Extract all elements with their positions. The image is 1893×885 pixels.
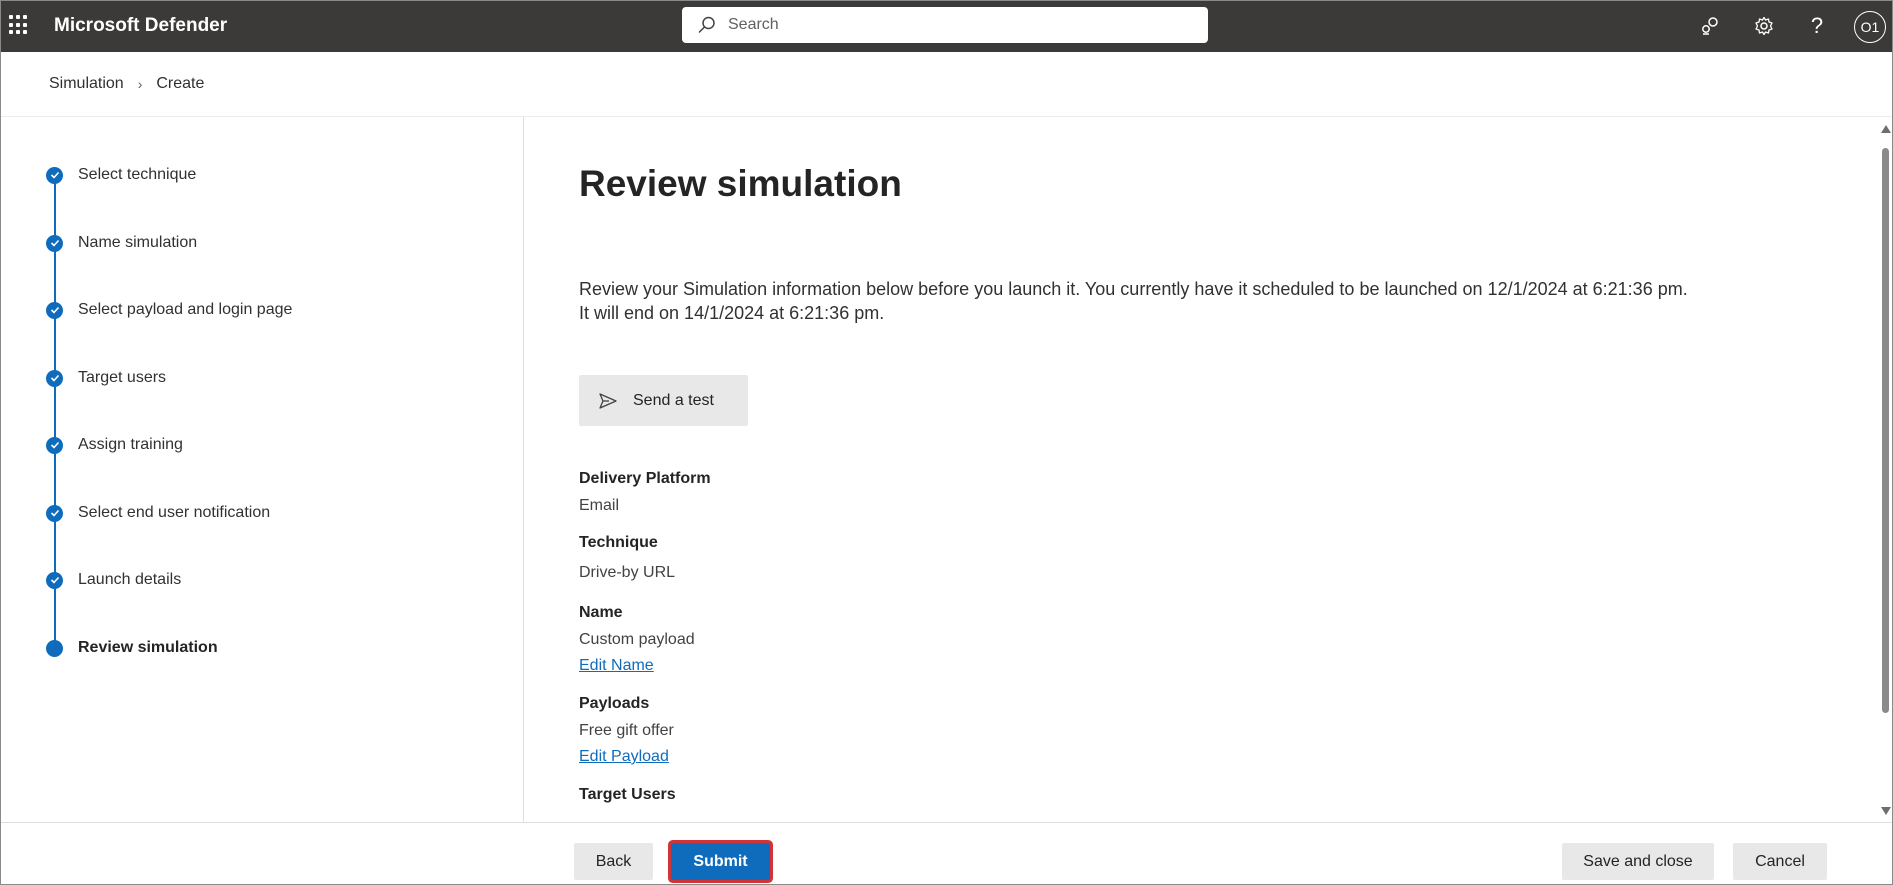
step-label: Assign training bbox=[78, 436, 183, 453]
check-icon bbox=[46, 436, 63, 454]
search-input[interactable] bbox=[728, 16, 1168, 34]
intro-line-1: Review your Simulation information below… bbox=[579, 279, 1688, 299]
step-assign-training[interactable]: Assign training bbox=[46, 433, 183, 457]
intro-text: Review your Simulation information below… bbox=[579, 277, 1779, 325]
name-value: Custom payload bbox=[579, 631, 695, 648]
current-step-dot bbox=[46, 639, 63, 657]
chevron-right-icon: › bbox=[137, 76, 143, 92]
step-launch-details[interactable]: Launch details bbox=[46, 568, 181, 592]
check-icon bbox=[46, 301, 63, 319]
breadcrumb: Simulation › Create bbox=[49, 75, 204, 93]
top-bar: Microsoft Defender ? O1 bbox=[1, 1, 1892, 52]
step-label: Name simulation bbox=[78, 234, 198, 251]
breadcrumb-item-simulation[interactable]: Simulation bbox=[49, 75, 124, 93]
check-icon bbox=[46, 504, 63, 522]
step-name-simulation[interactable]: Name simulation bbox=[46, 231, 197, 255]
main-scrollbar[interactable] bbox=[1878, 125, 1892, 815]
step-label: Review simulation bbox=[78, 639, 218, 656]
intro-line-2: It will end on 14/1/2024 at 6:21:36 pm. bbox=[579, 303, 885, 323]
search-icon bbox=[698, 16, 715, 33]
delivery-platform-value: Email bbox=[579, 497, 620, 514]
help-icon[interactable]: ? bbox=[1804, 13, 1830, 39]
edit-name-link[interactable]: Edit Name bbox=[579, 657, 654, 675]
payloads-label: Payloads bbox=[579, 695, 650, 712]
save-and-close-button[interactable]: Save and close bbox=[1562, 843, 1714, 880]
edit-payload-link[interactable]: Edit Payload bbox=[579, 748, 669, 766]
wizard-footer: Back Submit Save and close Cancel bbox=[1, 822, 1892, 884]
app-launcher-icon[interactable] bbox=[9, 15, 29, 35]
page-title: Review simulation bbox=[579, 163, 902, 204]
send-test-button[interactable]: Send a test bbox=[579, 375, 748, 426]
review-panel: Review simulation Review your Simulation… bbox=[579, 117, 1869, 822]
step-label: Target users bbox=[78, 369, 167, 386]
check-icon bbox=[46, 166, 63, 184]
technique-label: Technique bbox=[579, 534, 658, 551]
payloads-value: Free gift offer bbox=[579, 722, 674, 739]
target-users-label: Target Users bbox=[579, 786, 676, 803]
step-review-simulation[interactable]: Review simulation bbox=[46, 636, 218, 660]
step-label: Select end user notification bbox=[78, 504, 271, 521]
check-icon bbox=[46, 234, 63, 252]
submit-button[interactable]: Submit bbox=[671, 843, 770, 880]
avatar[interactable]: O1 bbox=[1854, 11, 1886, 43]
scroll-thumb[interactable] bbox=[1882, 148, 1889, 713]
technique-value: Drive-by URL bbox=[579, 564, 676, 581]
delivery-platform-label: Delivery Platform bbox=[579, 470, 711, 487]
share-icon[interactable] bbox=[1697, 13, 1723, 39]
check-icon bbox=[46, 571, 63, 589]
breadcrumb-item-create: Create bbox=[156, 75, 205, 92]
send-test-label: Send a test bbox=[633, 391, 714, 409]
step-label: Launch details bbox=[78, 571, 182, 588]
app-frame: Microsoft Defender ? O1 Simulation bbox=[0, 0, 1893, 885]
step-select-technique[interactable]: Select technique bbox=[46, 163, 196, 187]
step-end-user-notification[interactable]: Select end user notification bbox=[46, 501, 270, 525]
cancel-button[interactable]: Cancel bbox=[1733, 843, 1827, 880]
scroll-up-icon[interactable] bbox=[1881, 125, 1891, 133]
wizard-steps: Select technique Name simulation Select … bbox=[1, 117, 524, 822]
step-label: Select technique bbox=[78, 166, 197, 183]
name-label: Name bbox=[579, 604, 623, 621]
step-select-payload[interactable]: Select payload and login page bbox=[46, 298, 292, 322]
check-icon bbox=[46, 369, 63, 387]
step-label: Select payload and login page bbox=[78, 301, 293, 318]
send-icon bbox=[599, 392, 617, 409]
app-title[interactable]: Microsoft Defender bbox=[54, 15, 227, 37]
back-button[interactable]: Back bbox=[574, 843, 653, 880]
scroll-down-icon[interactable] bbox=[1881, 807, 1891, 815]
step-target-users[interactable]: Target users bbox=[46, 366, 166, 390]
search-box[interactable] bbox=[682, 7, 1208, 43]
gear-icon[interactable] bbox=[1751, 13, 1777, 39]
